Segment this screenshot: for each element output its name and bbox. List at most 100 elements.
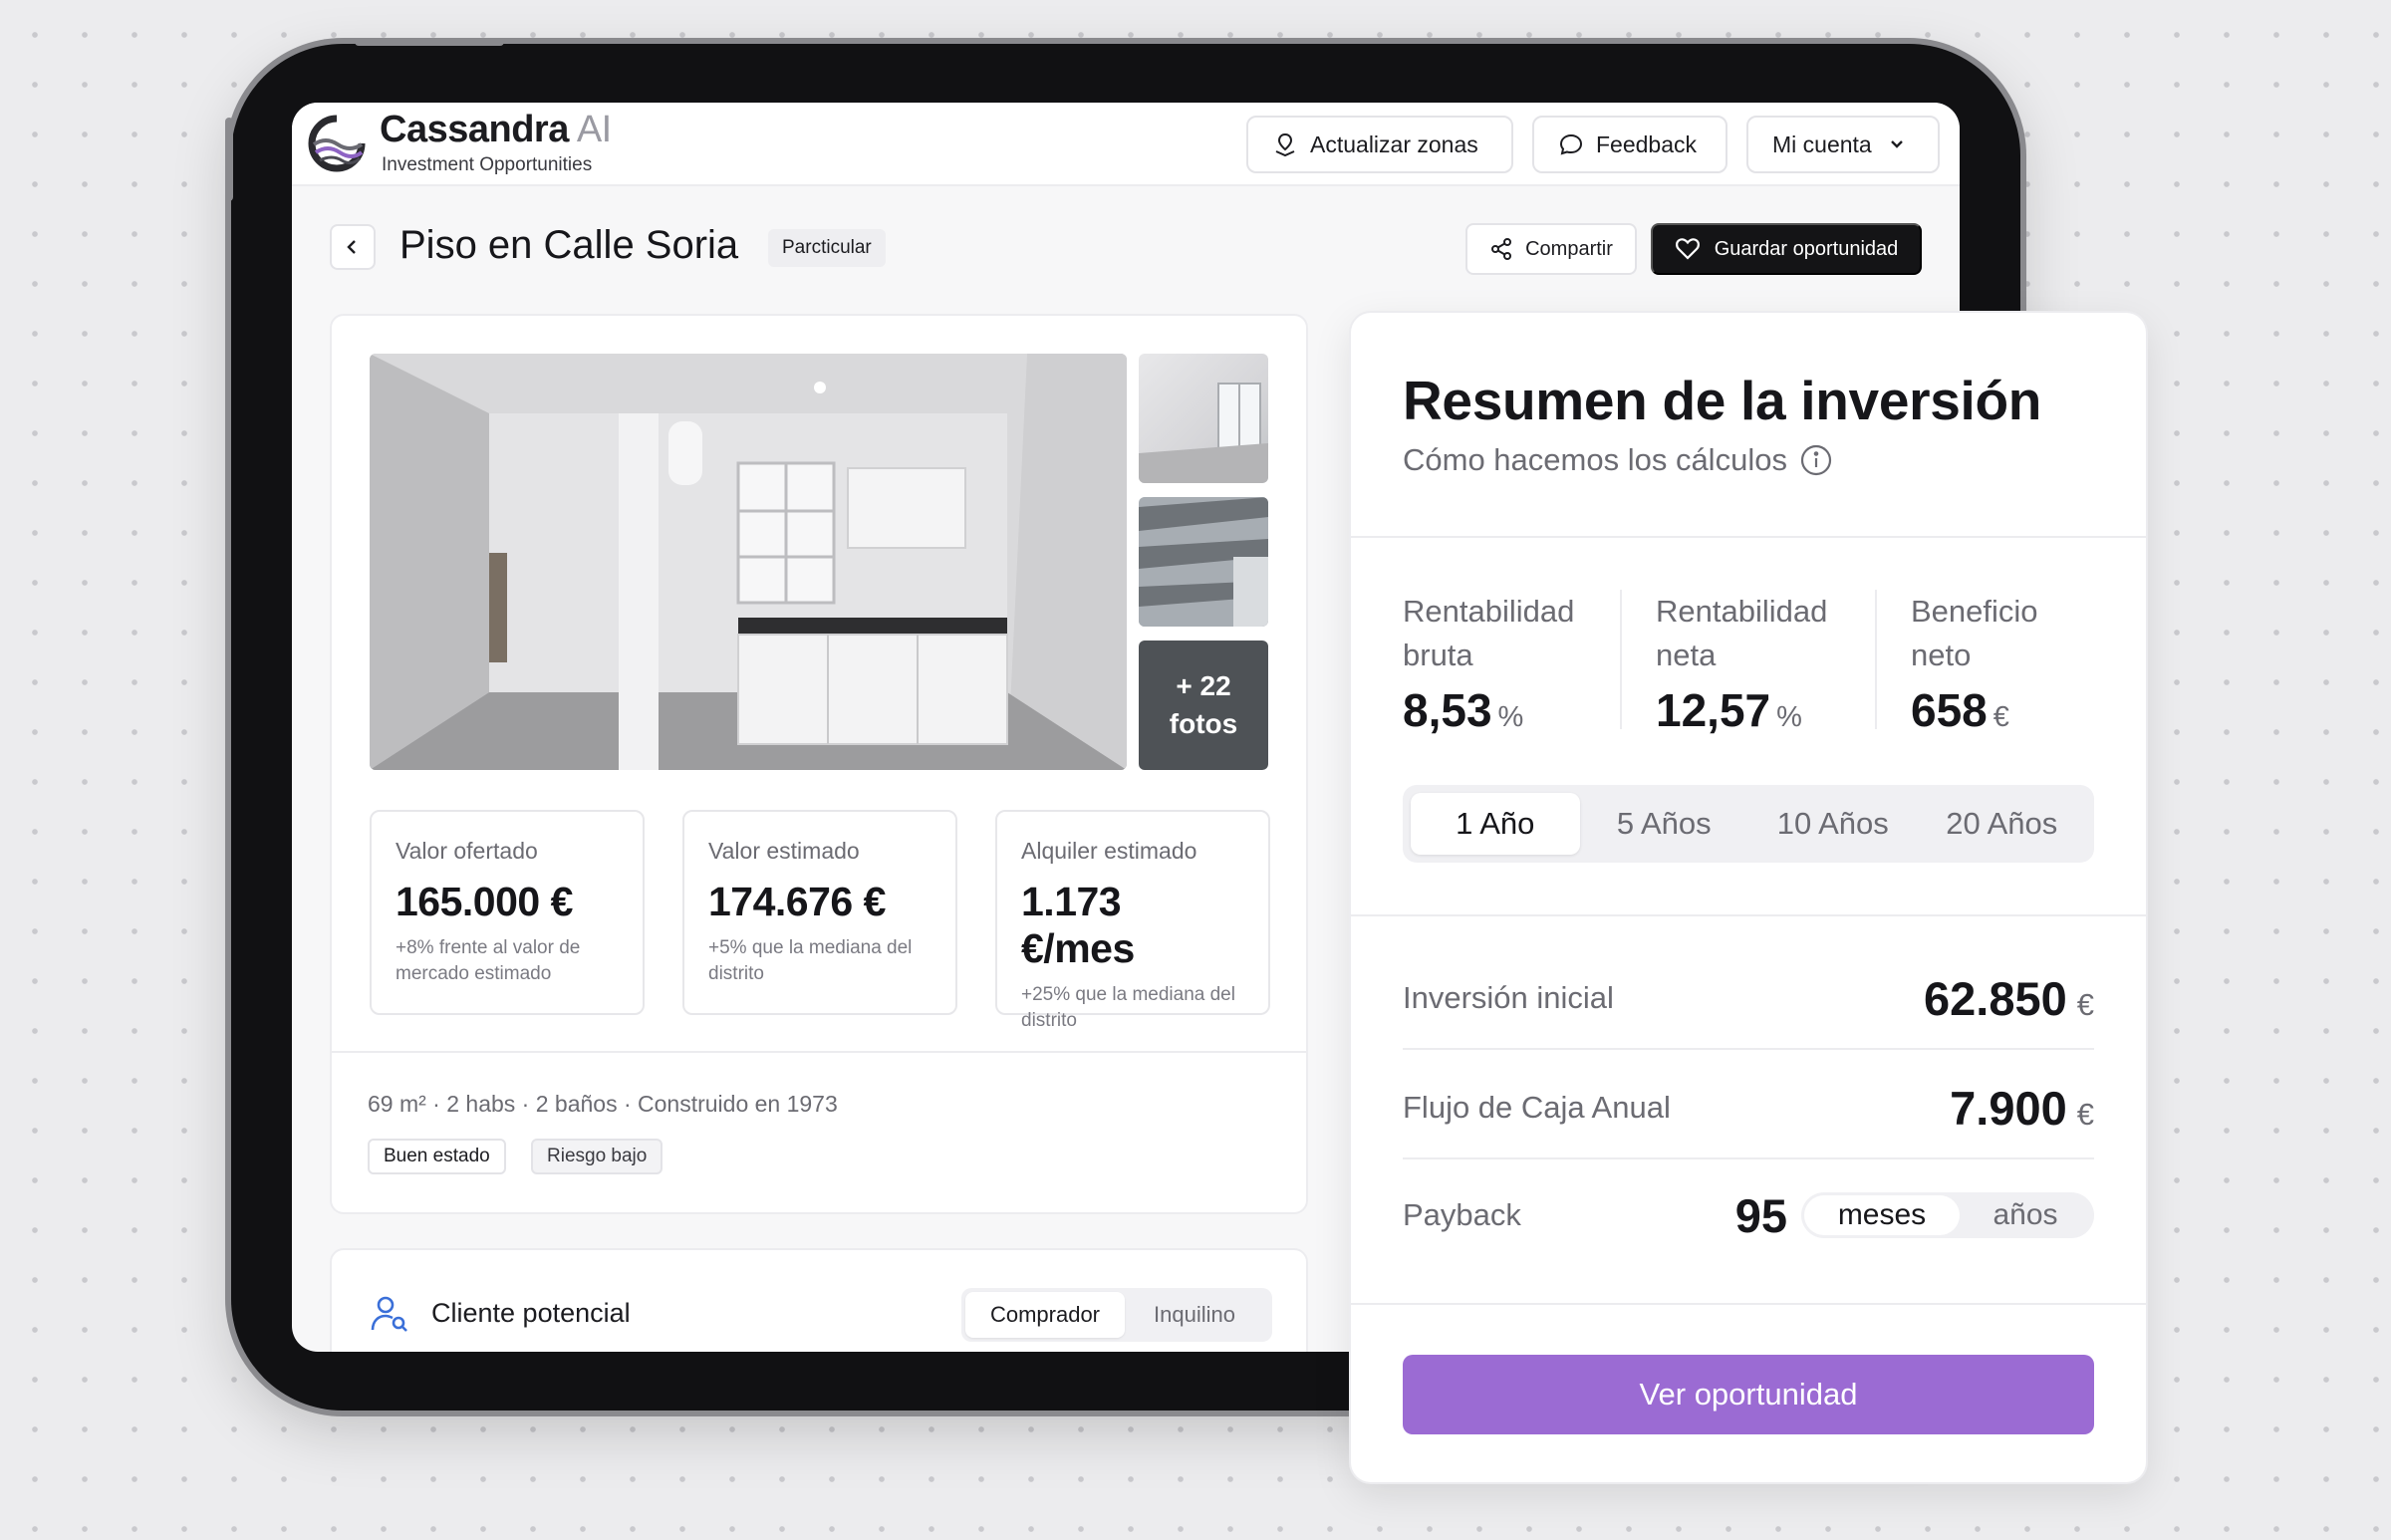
period-10-years[interactable]: 10 Años	[1748, 793, 1918, 855]
row-label: Payback	[1403, 1197, 1521, 1232]
seller-type-badge: Parcticular	[768, 229, 886, 267]
brand-tagline: Investment Opportunities	[382, 154, 593, 175]
property-features: 69 m² · 2 habs · 2 baños · Construido en…	[368, 1091, 838, 1117]
share-icon	[1491, 238, 1512, 260]
months-option[interactable]: meses	[1804, 1195, 1960, 1235]
net-profit-metric: Beneficio neto 658 €	[1911, 590, 2130, 737]
summary-divider	[1351, 914, 2146, 916]
metric-label-1: Beneficio	[1911, 594, 2038, 629]
heart-icon	[1675, 238, 1700, 260]
back-button[interactable]	[330, 224, 376, 270]
annual-cash-flow-row: Flujo de Caja Anual 7.900 €	[1403, 1054, 2094, 1161]
metric-divider	[1620, 590, 1622, 729]
share-button[interactable]: Compartir	[1465, 223, 1637, 275]
save-opportunity-button[interactable]: Guardar oportunidad	[1651, 223, 1922, 275]
property-title: Piso en Calle Soria	[399, 223, 739, 267]
risk-tag: Riesgo bajo	[531, 1139, 664, 1174]
more-photos-label: + 22 fotos	[1169, 670, 1238, 739]
property-card: + 22 fotos Valor ofertado 165.000 € +8% …	[330, 314, 1308, 1214]
account-menu-button[interactable]: Mi cuenta	[1746, 116, 1940, 173]
summary-divider	[1351, 536, 2146, 538]
feedback-label: Feedback	[1596, 130, 1698, 157]
summary-divider	[1351, 1303, 2146, 1305]
summary-subtitle: Cómo hacemos los cálculos	[1403, 442, 1787, 477]
top-bar: Cassandra AI Investment Opportunities Act…	[292, 103, 1960, 186]
row-label: Inversión inicial	[1403, 980, 1614, 1015]
update-zones-button[interactable]: Actualizar zonas	[1246, 116, 1513, 173]
room-photo-illustration	[1139, 383, 1268, 483]
row-value: 62.850 €	[1923, 971, 2094, 1025]
stat-note: +5% que la mediana del distrito	[708, 937, 913, 984]
main-property-photo[interactable]	[370, 354, 1127, 770]
estimated-rent-box: Alquiler estimado 1.173 €/mes +25% que l…	[995, 810, 1270, 1031]
brand-suffix: AI	[576, 109, 612, 150]
save-opportunity-label: Guardar oportunidad	[1714, 237, 1899, 260]
payback-unit-toggle: meses años	[1801, 1192, 2094, 1238]
stat-value: 1.173 €/mes	[1021, 879, 1135, 971]
gross-yield-metric: Rentabilidad bruta 8,53%	[1403, 590, 1622, 737]
investment-summary-card: Resumen de la inversión Cómo hacemos los…	[1351, 313, 2146, 1482]
buyer-option[interactable]: Comprador	[965, 1292, 1125, 1338]
row-divider	[1403, 1048, 2094, 1050]
stat-note: +8% frente al valor de mercado estimado	[396, 937, 581, 984]
building-facade-illustration	[1139, 497, 1268, 627]
period-5-years[interactable]: 5 Años	[1580, 793, 1749, 855]
metric-label-2: bruta	[1403, 638, 1473, 672]
info-icon	[1800, 444, 1832, 476]
row-label: Flujo de Caja Anual	[1403, 1090, 1671, 1125]
brand-name: Cassandra AI	[380, 109, 612, 150]
row-value: 7.900 €	[1950, 1081, 2094, 1135]
cassandra-logo-icon	[308, 115, 366, 172]
stat-label: Alquiler estimado	[1021, 838, 1197, 864]
metric-unit: €	[1992, 701, 2009, 733]
more-photos-button[interactable]: + 22 fotos	[1139, 641, 1268, 770]
chevron-down-icon	[1890, 140, 1903, 148]
potential-client-card: Cliente potencial Comprador Inquilino	[330, 1248, 1308, 1352]
years-option[interactable]: años	[1960, 1195, 2091, 1235]
payback-value-group: 95 meses años	[1735, 1188, 2094, 1243]
offered-value-box: Valor ofertado 165.000 € +8% frente al v…	[370, 810, 645, 1015]
map-pin-icon	[1275, 132, 1295, 157]
thumbnail-photo-2[interactable]	[1139, 497, 1268, 627]
account-label: Mi cuenta	[1772, 130, 1872, 157]
metric-unit: %	[1497, 701, 1524, 733]
view-opportunity-button[interactable]: Ver oportunidad	[1403, 1355, 2094, 1434]
metric-label-1: Rentabilidad	[1403, 594, 1575, 629]
tablet-top-button	[355, 38, 504, 46]
metric-value: 658 €	[1911, 684, 2009, 736]
metric-label-2: neta	[1656, 638, 1717, 672]
row-unit: €	[2076, 986, 2094, 1022]
stat-label: Valor estimado	[708, 838, 860, 864]
potential-client-label: Cliente potencial	[431, 1298, 631, 1328]
period-1-year[interactable]: 1 Año	[1411, 793, 1580, 855]
condition-tag: Buen estado	[368, 1139, 506, 1174]
net-yield-metric: Rentabilidad neta 12,57%	[1656, 590, 1875, 737]
metric-unit: %	[1776, 701, 1802, 733]
row-unit: €	[2076, 1096, 2094, 1132]
update-zones-label: Actualizar zonas	[1310, 130, 1478, 157]
summary-title: Resumen de la inversión	[1403, 370, 2042, 431]
metric-value: 8,53%	[1403, 684, 1524, 736]
tenant-option[interactable]: Inquilino	[1125, 1292, 1264, 1338]
estimated-value-box: Valor estimado 174.676 € +5% que la medi…	[682, 810, 957, 1015]
metric-divider	[1875, 590, 1877, 729]
thumbnail-photo-1[interactable]	[1139, 354, 1268, 483]
client-type-toggle: Comprador Inquilino	[961, 1288, 1272, 1342]
stat-value: 174.676 €	[708, 879, 886, 924]
payback-row: Payback 95 meses años	[1403, 1161, 2094, 1269]
calculation-info-link[interactable]: Cómo hacemos los cálculos	[1403, 442, 1833, 478]
period-selector: 1 Año 5 Años 10 Años 20 Años	[1403, 785, 2094, 863]
payback-value: 95	[1734, 1188, 1787, 1242]
period-20-years[interactable]: 20 Años	[1918, 793, 2087, 855]
metric-label-1: Rentabilidad	[1656, 594, 1828, 629]
user-search-icon	[371, 1296, 407, 1332]
tablet-side-button	[225, 118, 233, 201]
stat-value: 165.000 €	[396, 879, 573, 924]
row-divider	[1403, 1157, 2094, 1159]
share-label: Compartir	[1525, 237, 1613, 260]
kitchen-photo-illustration	[370, 354, 1127, 770]
chat-bubble-icon	[1559, 133, 1583, 155]
feedback-button[interactable]: Feedback	[1532, 116, 1727, 173]
chevron-left-icon	[347, 240, 356, 254]
stat-label: Valor ofertado	[396, 838, 538, 864]
